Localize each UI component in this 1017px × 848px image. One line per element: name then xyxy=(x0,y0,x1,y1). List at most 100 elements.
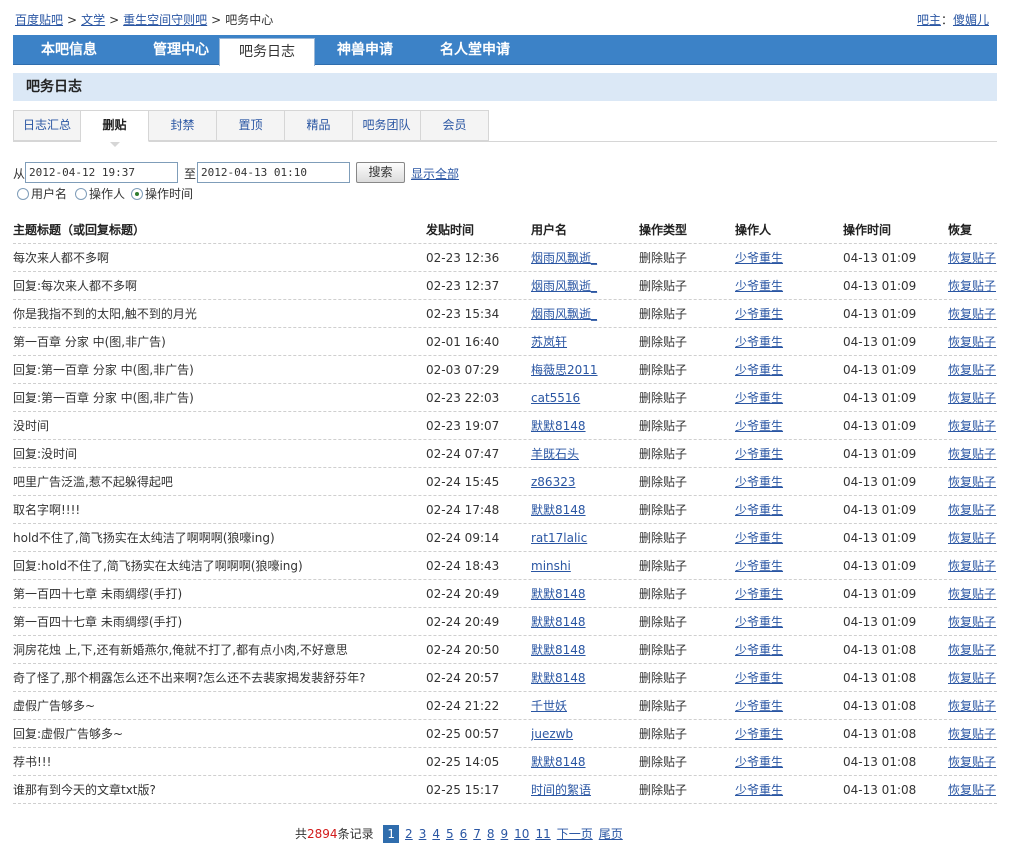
page-link[interactable]: 10 xyxy=(514,827,529,841)
row-restore-link[interactable]: 恢复贴子 xyxy=(948,384,998,412)
row-restore-link[interactable]: 恢复贴子 xyxy=(948,580,998,608)
radio-dot[interactable] xyxy=(75,188,87,200)
row-restore-link[interactable]: 恢复贴子 xyxy=(948,356,998,384)
subtab-top[interactable]: 置顶 xyxy=(217,110,285,141)
row-restore-link[interactable]: 恢复贴子 xyxy=(948,272,998,300)
row-operator-link[interactable]: 少爷重生 xyxy=(735,440,835,468)
from-date-input[interactable] xyxy=(25,162,178,183)
row-restore-link[interactable]: 恢复贴子 xyxy=(948,664,998,692)
row-username-link[interactable]: 默默8148 xyxy=(531,748,631,776)
row-operator-link[interactable]: 少爷重生 xyxy=(735,692,835,720)
row-operator-link[interactable]: 少爷重生 xyxy=(735,300,835,328)
subtab-member[interactable]: 会员 xyxy=(421,110,489,141)
row-username-link[interactable]: 梅薇思2011 xyxy=(531,356,631,384)
row-restore-link[interactable]: 恢复贴子 xyxy=(948,608,998,636)
row-restore-link[interactable]: 恢复贴子 xyxy=(948,636,998,664)
page-link[interactable]: 9 xyxy=(501,827,509,841)
row-restore-link[interactable]: 恢复贴子 xyxy=(948,776,998,804)
row-operator-link[interactable]: 少爷重生 xyxy=(735,608,835,636)
row-username-link[interactable]: 默默8148 xyxy=(531,580,631,608)
row-operator-link[interactable]: 少爷重生 xyxy=(735,496,835,524)
row-username-link[interactable]: 烟雨风飘逝_ xyxy=(531,300,631,328)
page-link[interactable]: 8 xyxy=(487,827,495,841)
page-link[interactable]: 5 xyxy=(446,827,454,841)
to-date-input[interactable] xyxy=(197,162,350,183)
row-restore-link[interactable]: 恢复贴子 xyxy=(948,440,998,468)
page-link[interactable]: 3 xyxy=(419,827,427,841)
row-operator-link[interactable]: 少爷重生 xyxy=(735,384,835,412)
row-username-link[interactable]: 默默8148 xyxy=(531,412,631,440)
row-op-type: 删除贴子 xyxy=(639,559,688,573)
row-username-link[interactable]: cat5516 xyxy=(531,384,631,412)
row-operator-link[interactable]: 少爷重生 xyxy=(735,244,835,272)
row-operator-link[interactable]: 少爷重生 xyxy=(735,468,835,496)
owner-label-link[interactable]: 吧主 xyxy=(917,13,941,27)
row-restore-link[interactable]: 恢复贴子 xyxy=(948,300,998,328)
row-operator-link[interactable]: 少爷重生 xyxy=(735,356,835,384)
page-link[interactable]: 7 xyxy=(473,827,481,841)
subtab-summary[interactable]: 日志汇总 xyxy=(13,110,81,141)
row-operator-link[interactable]: 少爷重生 xyxy=(735,552,835,580)
subtab-delete[interactable]: 删贴 xyxy=(81,110,149,147)
row-username-link[interactable]: rat17lalic xyxy=(531,524,631,552)
last-page-link[interactable]: 尾页 xyxy=(599,827,623,841)
next-page-link[interactable]: 下一页 xyxy=(557,827,593,841)
row-username-link[interactable]: 苏岚轩 xyxy=(531,328,631,356)
row-username-link[interactable]: 默默8148 xyxy=(531,496,631,524)
row-operator-link[interactable]: 少爷重生 xyxy=(735,636,835,664)
radio-username[interactable]: 用户名 xyxy=(17,186,67,202)
row-restore-link[interactable]: 恢复贴子 xyxy=(948,692,998,720)
breadcrumb-link-category[interactable]: 文学 xyxy=(81,13,105,27)
row-username-link[interactable]: 千世妖 xyxy=(531,692,631,720)
owner-name-link[interactable]: 傻媚儿 xyxy=(953,13,989,27)
page-link[interactable]: 1 xyxy=(383,825,400,843)
row-username-link[interactable]: 默默8148 xyxy=(531,636,631,664)
main-tab-log[interactable]: 吧务日志 xyxy=(219,38,315,66)
page-link[interactable]: 11 xyxy=(535,827,550,841)
row-restore-link[interactable]: 恢复贴子 xyxy=(948,468,998,496)
row-operator-link[interactable]: 少爷重生 xyxy=(735,720,835,748)
radio-dot[interactable] xyxy=(17,188,29,200)
row-username-link[interactable]: juezwb xyxy=(531,720,631,748)
row-restore-link[interactable]: 恢复贴子 xyxy=(948,412,998,440)
row-operator-link[interactable]: 少爷重生 xyxy=(735,776,835,804)
row-username-link[interactable]: 时间的絮语 xyxy=(531,776,631,804)
subtab-featured[interactable]: 精品 xyxy=(285,110,353,141)
breadcrumb-link-home[interactable]: 百度贴吧 xyxy=(15,13,63,27)
main-tab-hall[interactable]: 名人堂申请 xyxy=(421,35,529,65)
row-restore-link[interactable]: 恢复贴子 xyxy=(948,552,998,580)
row-operator-link[interactable]: 少爷重生 xyxy=(735,328,835,356)
show-all-link[interactable]: 显示全部 xyxy=(411,165,459,182)
row-operator-link[interactable]: 少爷重生 xyxy=(735,412,835,440)
row-username-link[interactable]: 默默8148 xyxy=(531,608,631,636)
subtab-ban[interactable]: 封禁 xyxy=(149,110,217,141)
row-username-link[interactable]: minshi xyxy=(531,552,631,580)
radio-optime[interactable]: 操作时间 xyxy=(131,186,193,202)
main-tab-info[interactable]: 本吧信息 xyxy=(13,35,125,65)
row-operator-link[interactable]: 少爷重生 xyxy=(735,580,835,608)
row-operator-link[interactable]: 少爷重生 xyxy=(735,748,835,776)
breadcrumb-link-forum[interactable]: 重生空间守则吧 xyxy=(123,13,207,27)
row-restore-link[interactable]: 恢复贴子 xyxy=(948,748,998,776)
subtab-team[interactable]: 吧务团队 xyxy=(353,110,421,141)
row-restore-link[interactable]: 恢复贴子 xyxy=(948,496,998,524)
page-link[interactable]: 6 xyxy=(460,827,468,841)
row-username-link[interactable]: 烟雨风飘逝_ xyxy=(531,244,631,272)
main-tab-beast[interactable]: 神兽申请 xyxy=(319,35,411,65)
page-link[interactable]: 4 xyxy=(432,827,440,841)
search-button[interactable]: 搜索 xyxy=(356,162,405,183)
row-username-link[interactable]: 烟雨风飘逝_ xyxy=(531,272,631,300)
row-username-link[interactable]: z86323 xyxy=(531,468,631,496)
row-restore-link[interactable]: 恢复贴子 xyxy=(948,524,998,552)
row-username-link[interactable]: 默默8148 xyxy=(531,664,631,692)
radio-dot-checked[interactable] xyxy=(131,188,143,200)
row-operator-link[interactable]: 少爷重生 xyxy=(735,664,835,692)
page-link[interactable]: 2 xyxy=(405,827,413,841)
row-operator-link[interactable]: 少爷重生 xyxy=(735,272,835,300)
row-restore-link[interactable]: 恢复贴子 xyxy=(948,720,998,748)
radio-operator[interactable]: 操作人 xyxy=(75,186,125,202)
row-restore-link[interactable]: 恢复贴子 xyxy=(948,328,998,356)
row-restore-link[interactable]: 恢复贴子 xyxy=(948,244,998,272)
row-username-link[interactable]: 羊既石头 xyxy=(531,440,631,468)
row-operator-link[interactable]: 少爷重生 xyxy=(735,524,835,552)
